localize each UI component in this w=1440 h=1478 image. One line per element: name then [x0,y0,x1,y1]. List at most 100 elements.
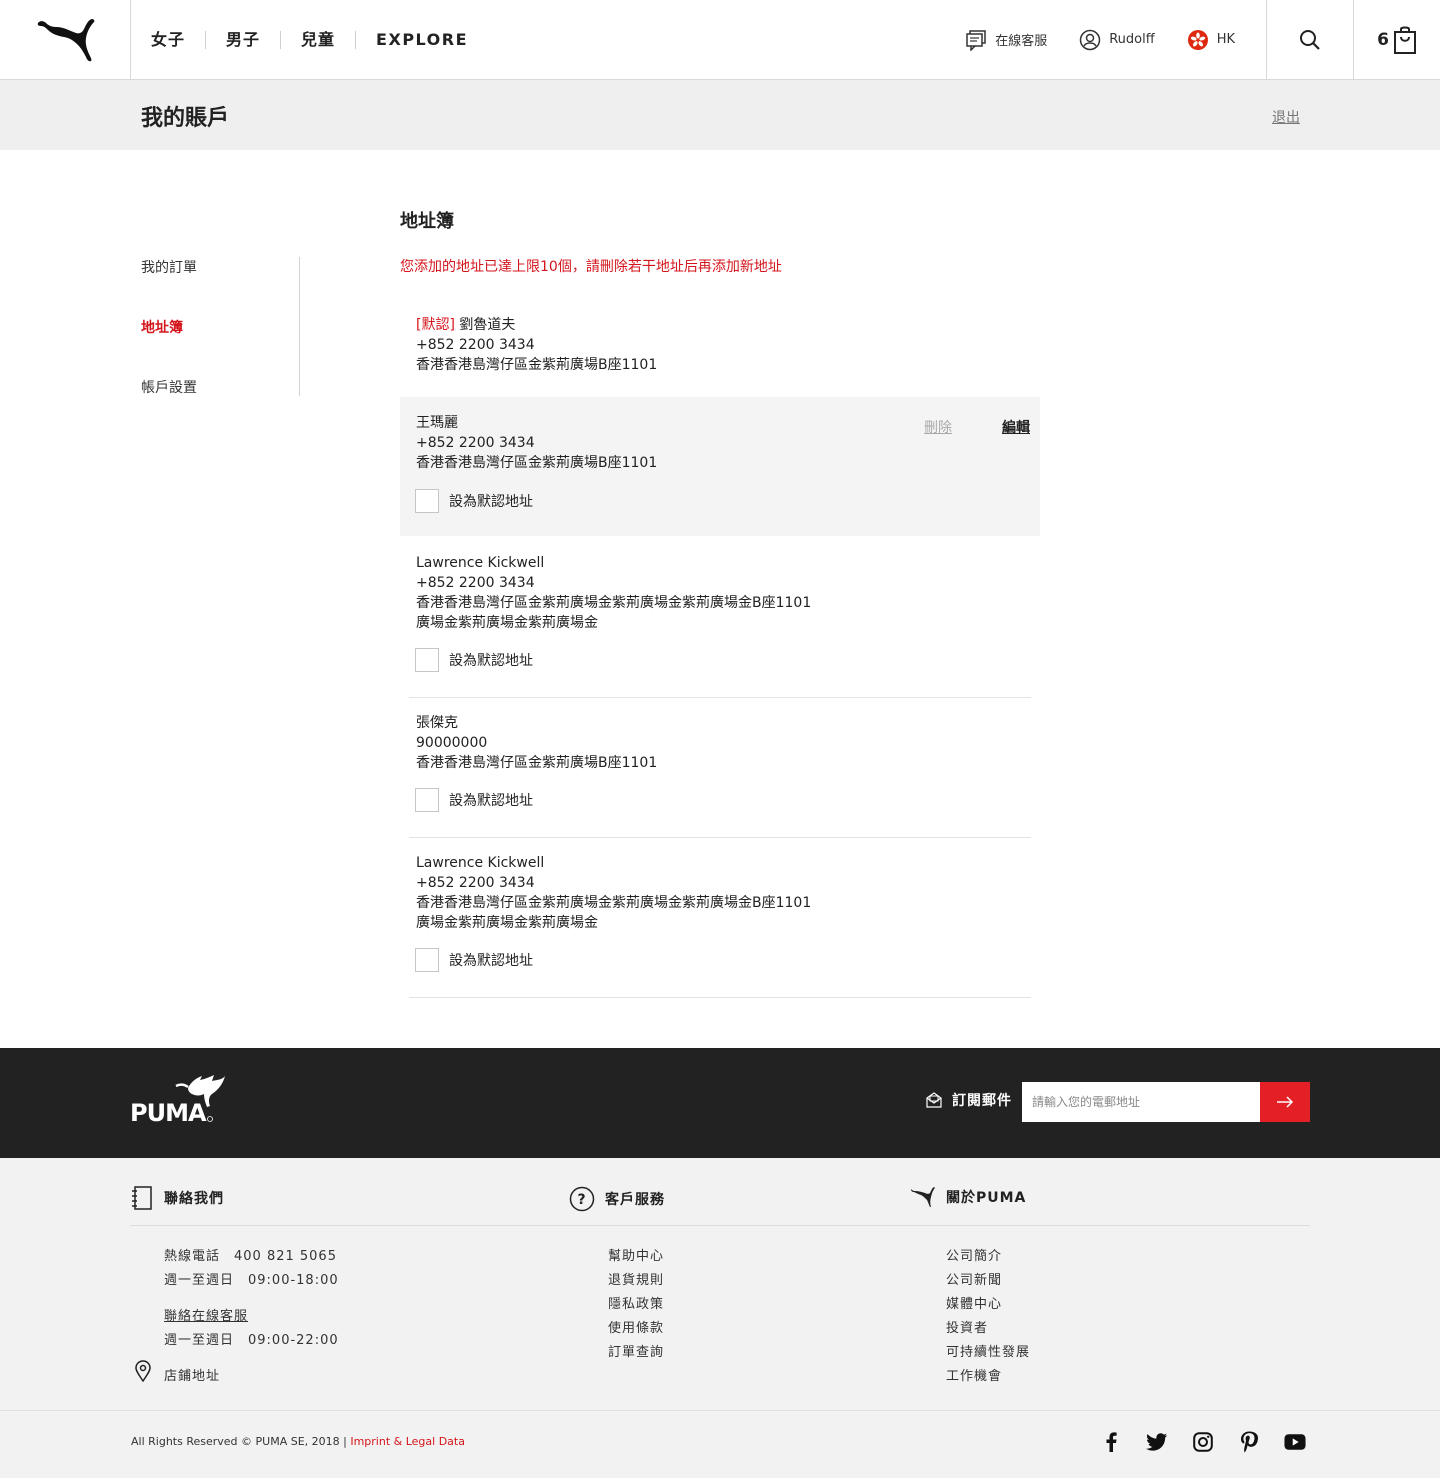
chat-icon [966,29,986,51]
subscribe-title: 訂閱郵件 [952,1093,1012,1109]
address-card: Lawrence Kickwell +852 2200 3434 香港香港島灣仔… [400,837,1040,997]
puma-cat-small-icon [911,1187,935,1207]
default-tag: [默認] [416,317,455,333]
logout-link[interactable]: 退出 [1272,107,1300,127]
nav-women[interactable]: 女子 [131,30,207,49]
store-address-link[interactable]: 店鋪地址 [164,1365,220,1384]
envelope-icon [926,1092,942,1108]
account-title-bar: 我的賬戶 退出 [0,80,1440,150]
user-name: Rudolff [1109,32,1155,47]
social-links [1100,1431,1330,1453]
location-pin-icon [135,1360,151,1382]
youtube-icon [1284,1434,1306,1450]
pinterest-link[interactable] [1238,1431,1260,1453]
section-title: 地址簿 [400,211,454,232]
nav-men[interactable]: 男子 [206,30,282,49]
set-default-checkbox[interactable] [415,788,439,812]
footer-links: 聯絡我們 ? 客戶服務 關於PUMA 熱線電話 400 821 5065 週一至… [0,1158,1440,1410]
newsletter-email-input[interactable] [1022,1082,1260,1122]
svg-text:?: ? [577,1192,586,1208]
footer-link[interactable]: 公司新聞 [946,1269,1002,1288]
address-phone: +852 2200 3434 [416,575,535,591]
edit-address-link[interactable]: 編輯 [1002,417,1030,437]
puma-logo-link[interactable] [0,0,131,79]
address-line: 香港香港島灣仔區金紫荊廣場金紫荊廣場金紫荊廣場金B座1101 [416,595,812,611]
footer-divider [130,1225,1310,1226]
set-default-label: 設為默認地址 [449,793,533,809]
address-name: 劉魯道夫 [459,317,516,333]
footer-link[interactable]: 退貨規則 [608,1269,664,1288]
footer-puma-logo[interactable]: PUMA [130,1074,226,1128]
set-default-row: 設為默認地址 [415,948,533,972]
set-default-checkbox[interactable] [415,489,439,513]
shopping-bag-icon [1393,26,1416,54]
set-default-row: 設為默認地址 [415,648,533,672]
address-card: Lawrence Kickwell +852 2200 3434 香港香港島灣仔… [400,536,1040,697]
hotline-hours: 週一至週日 09:00-18:00 [164,1273,339,1288]
help-circle-icon: ? [569,1186,595,1212]
address-name: 張傑克 [416,715,458,731]
pinterest-icon [1241,1431,1258,1453]
online-support-link[interactable]: 在線客服 [965,29,1047,51]
about-puma-title: 關於PUMA [946,1190,1027,1206]
footer-link[interactable]: 幫助中心 [608,1245,664,1264]
page-title: 我的賬戶 [141,106,230,131]
address-phone: 90000000 [416,735,488,751]
facebook-link[interactable] [1100,1431,1122,1453]
address-divider [409,997,1031,998]
instagram-link[interactable] [1192,1431,1214,1453]
search-button[interactable] [1266,0,1353,79]
footer-subscribe-band: PUMA 訂閱郵件 [0,1048,1440,1158]
address-phone: +852 2200 3434 [416,337,535,353]
footer-link[interactable]: 可持續性發展 [946,1341,1030,1360]
online-service-hours: 週一至週日 09:00-22:00 [164,1333,339,1348]
address-line: 廣場金紫荊廣場金紫荊廣場金 [416,915,598,931]
set-default-row: 設為默認地址 [415,788,533,812]
set-default-label: 設為默認地址 [449,953,533,969]
set-default-checkbox[interactable] [415,948,439,972]
region-selector[interactable]: HK [1187,29,1235,51]
about-puma-heading: 關於PUMA [910,1186,1026,1208]
newsletter-submit-button[interactable] [1260,1082,1310,1122]
facebook-icon [1106,1432,1117,1452]
address-card-hovered[interactable]: 王瑪麗 +852 2200 3434 香港香港島灣仔區金紫荊廣場B座1101 刪… [400,397,1040,536]
address-card: 張傑克 90000000 香港香港島灣仔區金紫荊廣場B座1101 設為默認地址 [400,697,1040,837]
address-actions: 刪除 編輯 [924,417,1030,437]
online-service-link[interactable]: 聯絡在線客服 [164,1305,248,1324]
cart-button[interactable]: 6 [1353,0,1440,79]
footer-link[interactable]: 使用條款 [608,1317,664,1336]
footer-link[interactable]: 公司簡介 [946,1245,1002,1264]
address-name: Lawrence Kickwell [416,855,545,871]
address-name: Lawrence Kickwell [416,555,545,571]
nav-explore[interactable]: EXPLORE [356,30,488,49]
account-link[interactable]: Rudolff [1079,29,1155,51]
footer-link[interactable]: 隱私政策 [608,1293,664,1312]
hotline-text: 熱線電話 400 821 5065 [164,1249,337,1264]
sidebar-item-account-settings[interactable]: 帳戶設置 [141,377,197,397]
imprint-legal-link[interactable]: Imprint & Legal Data [350,1435,465,1448]
nav-kids[interactable]: 兒童 [281,30,357,49]
set-default-checkbox[interactable] [415,648,439,672]
delete-address-link[interactable]: 刪除 [924,417,952,437]
address-line: 香港香港島灣仔區金紫荊廣場金紫荊廣場金紫荊廣場金B座1101 [416,895,812,911]
customer-service-title: 客戶服務 [605,1192,665,1208]
search-icon [1300,29,1320,50]
address-line: 香港香港島灣仔區金紫荊廣場B座1101 [416,755,658,771]
twitter-link[interactable] [1146,1431,1168,1453]
subscribe-label: 訂閱郵件 [926,1090,1012,1110]
address-phone: +852 2200 3434 [416,435,535,451]
address-limit-warning: 您添加的地址已達上限10個，請刪除若干地址后再添加新地址 [400,259,782,275]
sidebar-item-address-book[interactable]: 地址簿 [141,317,183,337]
user-icon [1079,29,1101,50]
footer-bottom: All Rights Reserved © PUMA SE, 2018 | Im… [0,1410,1440,1478]
youtube-link[interactable] [1284,1431,1306,1453]
sidebar-item-orders[interactable]: 我的訂單 [141,257,197,277]
footer-link[interactable]: 工作機會 [946,1365,1002,1384]
contact-us-heading: 聯絡我們 [130,1186,224,1210]
footer-link[interactable]: 訂單查詢 [608,1341,664,1360]
copyright: All Rights Reserved © PUMA SE, 2018 | Im… [131,1435,465,1448]
copyright-text: All Rights Reserved © PUMA SE, 2018 | [131,1435,351,1448]
site-header: 女子 男子 兒童 EXPLORE 在線客服 Rudolff HK 6 [0,0,1440,80]
footer-link[interactable]: 媒體中心 [946,1293,1002,1312]
footer-link[interactable]: 投資者 [946,1317,988,1336]
